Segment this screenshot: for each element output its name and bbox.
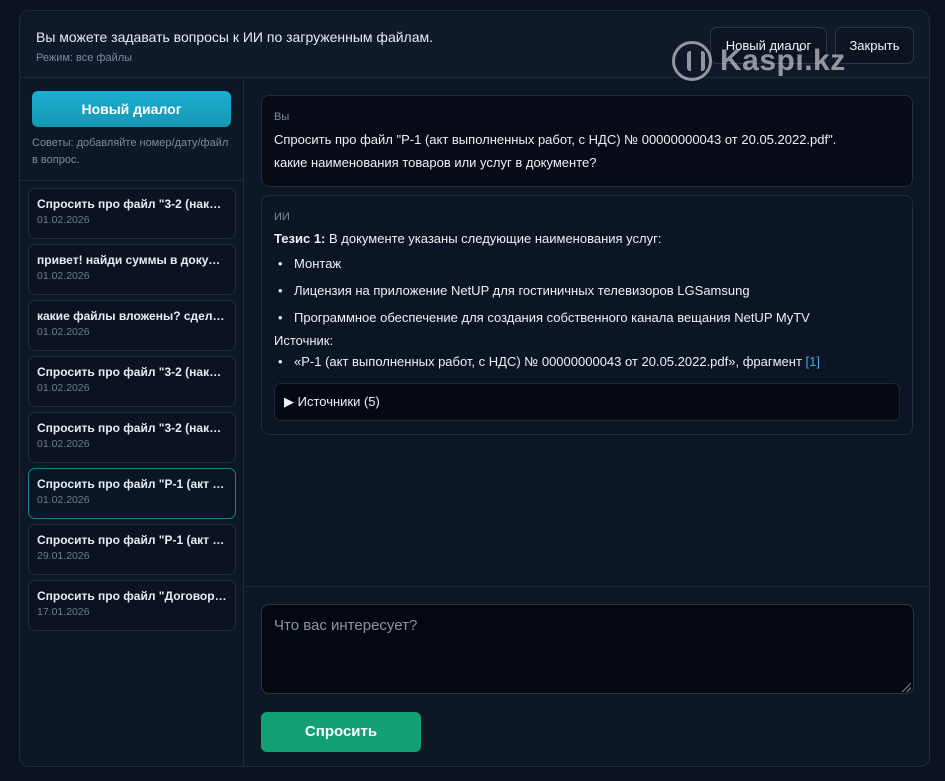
thesis-line: Тезис 1: В документе указаны следующие н… (274, 227, 900, 250)
dialog-item[interactable]: привет! найди суммы в документе 01.02.20… (28, 244, 236, 295)
dialog-date: 01.02.2026 (37, 382, 90, 394)
dialog-date: 01.02.2026 (37, 438, 90, 450)
sidebar-divider (20, 180, 243, 181)
source-item: «Р-1 (акт выполненных работ, с НДС) № 00… (274, 351, 900, 373)
dialog-title: Спросить про файл "Р-1 (акт выполненных (37, 477, 227, 491)
close-button[interactable]: Закрыть (835, 27, 914, 64)
dialog-date: 01.02.2026 (37, 494, 90, 506)
dialog-date: 29.01.2026 (37, 550, 90, 562)
dialog-sidebar: Новый диалог Советы: добавляйте номер/да… (20, 79, 244, 766)
sidebar-new-dialog-button[interactable]: Новый диалог (32, 91, 231, 127)
dialog-item[interactable]: Спросить про файл "3-2 (накладная... 01.… (28, 356, 236, 407)
services-list: Монтаж Лицензия на приложение NetUP для … (274, 250, 900, 331)
source-list: «Р-1 (акт выполненных работ, с НДС) № 00… (274, 351, 900, 373)
dialog-title: Спросить про файл "Договор и... (37, 589, 227, 603)
ai-chat-window: Вы можете задавать вопросы к ИИ по загру… (19, 10, 930, 767)
service-item: Программное обеспечение для создания соб… (274, 304, 900, 331)
dialog-date: 01.02.2026 (37, 270, 90, 282)
dialog-title: какие файлы вложены? сделай список (37, 309, 227, 323)
dialog-title: Спросить про файл "3-2 (накладная... (37, 197, 227, 211)
dialog-list: Спросить про файл "3-2 (накладная... 01.… (28, 188, 236, 636)
user-message-text: Спросить про файл "Р-1 (акт выполненных … (274, 128, 900, 174)
sources-toggle[interactable]: ▶ Источники (5) (274, 383, 900, 421)
header-new-dialog-button[interactable]: Новый диалог (710, 27, 827, 64)
header-title: Вы можете задавать вопросы к ИИ по загру… (36, 29, 434, 45)
chat-main: Вы Спросить про файл "Р-1 (акт выполненн… (245, 79, 929, 766)
dialog-item-active[interactable]: Спросить про файл "Р-1 (акт выполненных … (28, 468, 236, 519)
thesis-label: Тезис 1: (274, 231, 326, 246)
service-item: Монтаж (274, 250, 900, 277)
dialog-item[interactable]: Спросить про файл "3-2 (накладная... 01.… (28, 188, 236, 239)
window-header: Вы можете задавать вопросы к ИИ по загру… (20, 11, 929, 78)
source-text: «Р-1 (акт выполненных работ, с НДС) № 00… (294, 354, 806, 369)
mode-label: Режим: все файлы (36, 52, 133, 64)
ai-message: ИИ Тезис 1: В документе указаны следующи… (261, 195, 913, 435)
dialog-title: привет! найди суммы в документе (37, 253, 227, 267)
user-message-author: Вы (274, 111, 290, 123)
thesis-text: В документе указаны следующие наименован… (325, 231, 662, 246)
tips-text: Советы: добавляйте номер/дату/файл в воп… (32, 137, 229, 166)
question-input[interactable] (261, 604, 914, 694)
dialog-date: 01.02.2026 (37, 326, 90, 338)
composer-divider (245, 586, 929, 587)
user-message-line: какие наименования товаров или услуг в д… (274, 155, 597, 170)
user-message: Вы Спросить про файл "Р-1 (акт выполненн… (261, 95, 913, 187)
service-item: Лицензия на приложение NetUP для гостини… (274, 277, 900, 304)
source-ref-link[interactable]: [1] (806, 354, 820, 369)
dialog-title: Спросить про файл "3-2 (накладная... (37, 421, 227, 435)
dialog-item[interactable]: какие файлы вложены? сделай список 01.02… (28, 300, 236, 351)
dialog-date: 17.01.2026 (37, 606, 90, 618)
dialog-item[interactable]: Спросить про файл "Р-1 (акт выполненных … (28, 524, 236, 575)
ai-message-author: ИИ (274, 211, 290, 223)
dialog-item[interactable]: Спросить про файл "Договор и... 17.01.20… (28, 580, 236, 631)
user-message-line: Спросить про файл "Р-1 (акт выполненных … (274, 132, 837, 147)
dialog-title: Спросить про файл "3-2 (накладная... (37, 365, 227, 379)
dialog-item[interactable]: Спросить про файл "3-2 (накладная... 01.… (28, 412, 236, 463)
dialog-date: 01.02.2026 (37, 214, 90, 226)
ask-button[interactable]: Спросить (261, 712, 421, 752)
source-label: Источник: (274, 333, 334, 348)
dialog-title: Спросить про файл "Р-1 (акт выполненных (37, 533, 227, 547)
